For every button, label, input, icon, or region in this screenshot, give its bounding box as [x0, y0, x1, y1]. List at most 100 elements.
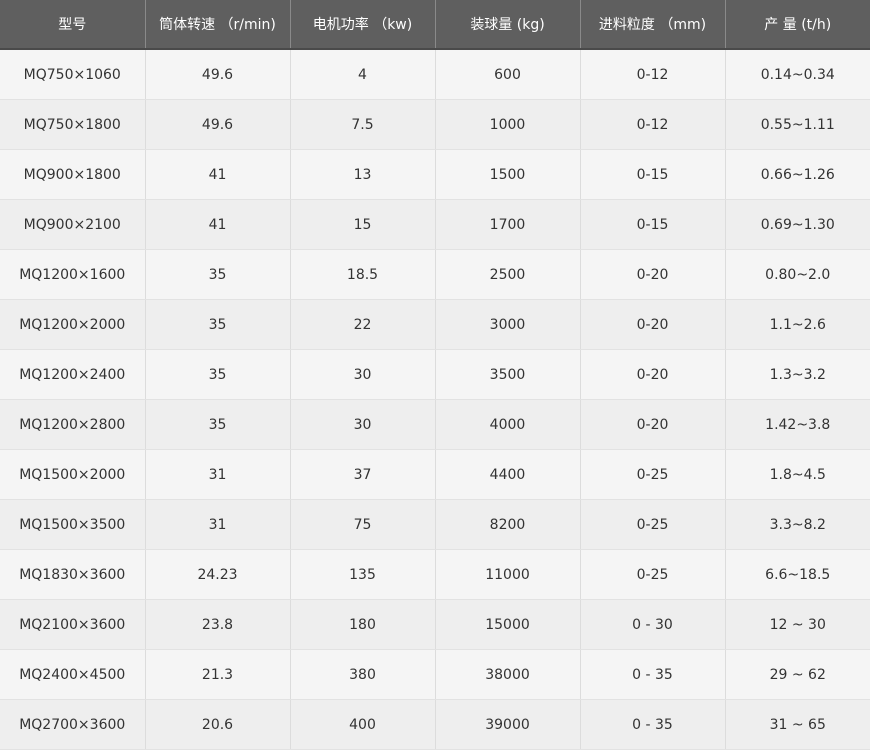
cell-drum-speed: 49.6	[145, 99, 291, 150]
cell-model: MQ750×1800	[0, 99, 146, 150]
cell-model: MQ900×1800	[0, 149, 146, 200]
cell-model: MQ2400×4500	[0, 649, 146, 700]
cell-drum-speed: 31	[145, 499, 291, 550]
table-row: MQ750×1060 49.6 4 600 0-12 0.14~0.34	[0, 49, 870, 100]
header-model: 型号	[0, 0, 146, 50]
cell-capacity: 1.42~3.8	[725, 399, 870, 450]
cell-drum-speed: 35	[145, 399, 291, 450]
table-row: MQ2100×3600 23.8 180 15000 0 - 30 12 ~ 30	[0, 599, 870, 650]
table-row: MQ900×2100 41 15 1700 0-15 0.69~1.30	[0, 199, 870, 250]
cell-capacity: 1.3~3.2	[725, 349, 870, 400]
cell-motor-power: 4	[290, 49, 436, 100]
cell-motor-power: 135	[290, 549, 436, 600]
cell-motor-power: 13	[290, 149, 436, 200]
cell-model: MQ1200×2800	[0, 399, 146, 450]
header-row: 型号 筒体转速 （r/min) 电机功率 （kw) 装球量 (kg) 进料粒度 …	[0, 0, 870, 50]
cell-model: MQ2100×3600	[0, 599, 146, 650]
cell-model: MQ1200×1600	[0, 249, 146, 300]
table-row: MQ1200×1600 35 18.5 2500 0-20 0.80~2.0	[0, 249, 870, 300]
table-row: MQ900×1800 41 13 1500 0-15 0.66~1.26	[0, 149, 870, 200]
cell-feed-size: 0-20	[580, 249, 726, 300]
cell-ball-load: 600	[435, 49, 581, 100]
table-row: MQ2400×4500 21.3 380 38000 0 - 35 29 ~ 62	[0, 649, 870, 700]
cell-feed-size: 0 - 30	[580, 599, 726, 650]
cell-feed-size: 0-15	[580, 199, 726, 250]
cell-ball-load: 4400	[435, 449, 581, 500]
cell-drum-speed: 49.6	[145, 49, 291, 100]
cell-feed-size: 0-20	[580, 349, 726, 400]
cell-drum-speed: 24.23	[145, 549, 291, 600]
cell-motor-power: 30	[290, 349, 436, 400]
cell-feed-size: 0-12	[580, 49, 726, 100]
cell-capacity: 1.8~4.5	[725, 449, 870, 500]
cell-ball-load: 1000	[435, 99, 581, 150]
cell-model: MQ1500×2000	[0, 449, 146, 500]
table-body: MQ750×1060 49.6 4 600 0-12 0.14~0.34 MQ750×180…	[0, 49, 870, 750]
table-row: MQ1500×2000 31 37 4400 0-25 1.8~4.5	[0, 449, 870, 500]
cell-ball-load: 1700	[435, 199, 581, 250]
cell-motor-power: 7.5	[290, 99, 436, 150]
cell-ball-load: 38000	[435, 649, 581, 700]
cell-motor-power: 180	[290, 599, 436, 650]
cell-drum-speed: 31	[145, 449, 291, 500]
table-row: MQ2700×3600 20.6 400 39000 0 - 35 31 ~ 65	[0, 699, 870, 750]
cell-model: MQ1500×3500	[0, 499, 146, 550]
cell-feed-size: 0-15	[580, 149, 726, 200]
cell-drum-speed: 41	[145, 149, 291, 200]
cell-ball-load: 3500	[435, 349, 581, 400]
cell-model: MQ900×2100	[0, 199, 146, 250]
cell-motor-power: 75	[290, 499, 436, 550]
cell-ball-load: 15000	[435, 599, 581, 650]
cell-model: MQ1830×3600	[0, 549, 146, 600]
cell-feed-size: 0-20	[580, 399, 726, 450]
cell-drum-speed: 23.8	[145, 599, 291, 650]
cell-model: MQ1200×2400	[0, 349, 146, 400]
cell-drum-speed: 35	[145, 299, 291, 350]
cell-capacity: 29 ~ 62	[725, 649, 870, 700]
cell-ball-load: 11000	[435, 549, 581, 600]
header-motor-power: 电机功率 （kw)	[290, 0, 436, 50]
header-feed-size: 进料粒度 （mm)	[580, 0, 726, 50]
header-capacity: 产 量 (t/h)	[725, 0, 870, 50]
cell-model: MQ1200×2000	[0, 299, 146, 350]
cell-drum-speed: 21.3	[145, 649, 291, 700]
cell-capacity: 6.6~18.5	[725, 549, 870, 600]
table-row: MQ1500×3500 31 75 8200 0-25 3.3~8.2	[0, 499, 870, 550]
ball-mill-spec-table: 型号 筒体转速 （r/min) 电机功率 （kw) 装球量 (kg) 进料粒度 …	[0, 0, 870, 750]
cell-model: MQ750×1060	[0, 49, 146, 100]
cell-ball-load: 2500	[435, 249, 581, 300]
cell-capacity: 0.80~2.0	[725, 249, 870, 300]
cell-capacity: 3.3~8.2	[725, 499, 870, 550]
cell-feed-size: 0-25	[580, 549, 726, 600]
cell-motor-power: 37	[290, 449, 436, 500]
header-drum-speed: 筒体转速 （r/min)	[145, 0, 291, 50]
cell-ball-load: 3000	[435, 299, 581, 350]
cell-motor-power: 30	[290, 399, 436, 450]
cell-drum-speed: 35	[145, 249, 291, 300]
table-row: MQ750×1800 49.6 7.5 1000 0-12 0.55~1.11	[0, 99, 870, 150]
cell-capacity: 0.66~1.26	[725, 149, 870, 200]
cell-motor-power: 22	[290, 299, 436, 350]
cell-capacity: 1.1~2.6	[725, 299, 870, 350]
cell-feed-size: 0 - 35	[580, 699, 726, 750]
cell-drum-speed: 41	[145, 199, 291, 250]
cell-capacity: 31 ~ 65	[725, 699, 870, 750]
cell-capacity: 12 ~ 30	[725, 599, 870, 650]
cell-capacity: 0.14~0.34	[725, 49, 870, 100]
cell-ball-load: 1500	[435, 149, 581, 200]
cell-model: MQ2700×3600	[0, 699, 146, 750]
table-row: MQ1200×2400 35 30 3500 0-20 1.3~3.2	[0, 349, 870, 400]
cell-ball-load: 4000	[435, 399, 581, 450]
cell-ball-load: 39000	[435, 699, 581, 750]
header-ball-load: 装球量 (kg)	[435, 0, 581, 50]
cell-drum-speed: 35	[145, 349, 291, 400]
cell-motor-power: 15	[290, 199, 436, 250]
cell-feed-size: 0 - 35	[580, 649, 726, 700]
cell-feed-size: 0-12	[580, 99, 726, 150]
cell-feed-size: 0-25	[580, 449, 726, 500]
table-row: MQ1830×3600 24.23 135 11000 0-25 6.6~18.5	[0, 549, 870, 600]
cell-motor-power: 400	[290, 699, 436, 750]
cell-feed-size: 0-25	[580, 499, 726, 550]
table-row: MQ1200×2800 35 30 4000 0-20 1.42~3.8	[0, 399, 870, 450]
cell-capacity: 0.55~1.11	[725, 99, 870, 150]
